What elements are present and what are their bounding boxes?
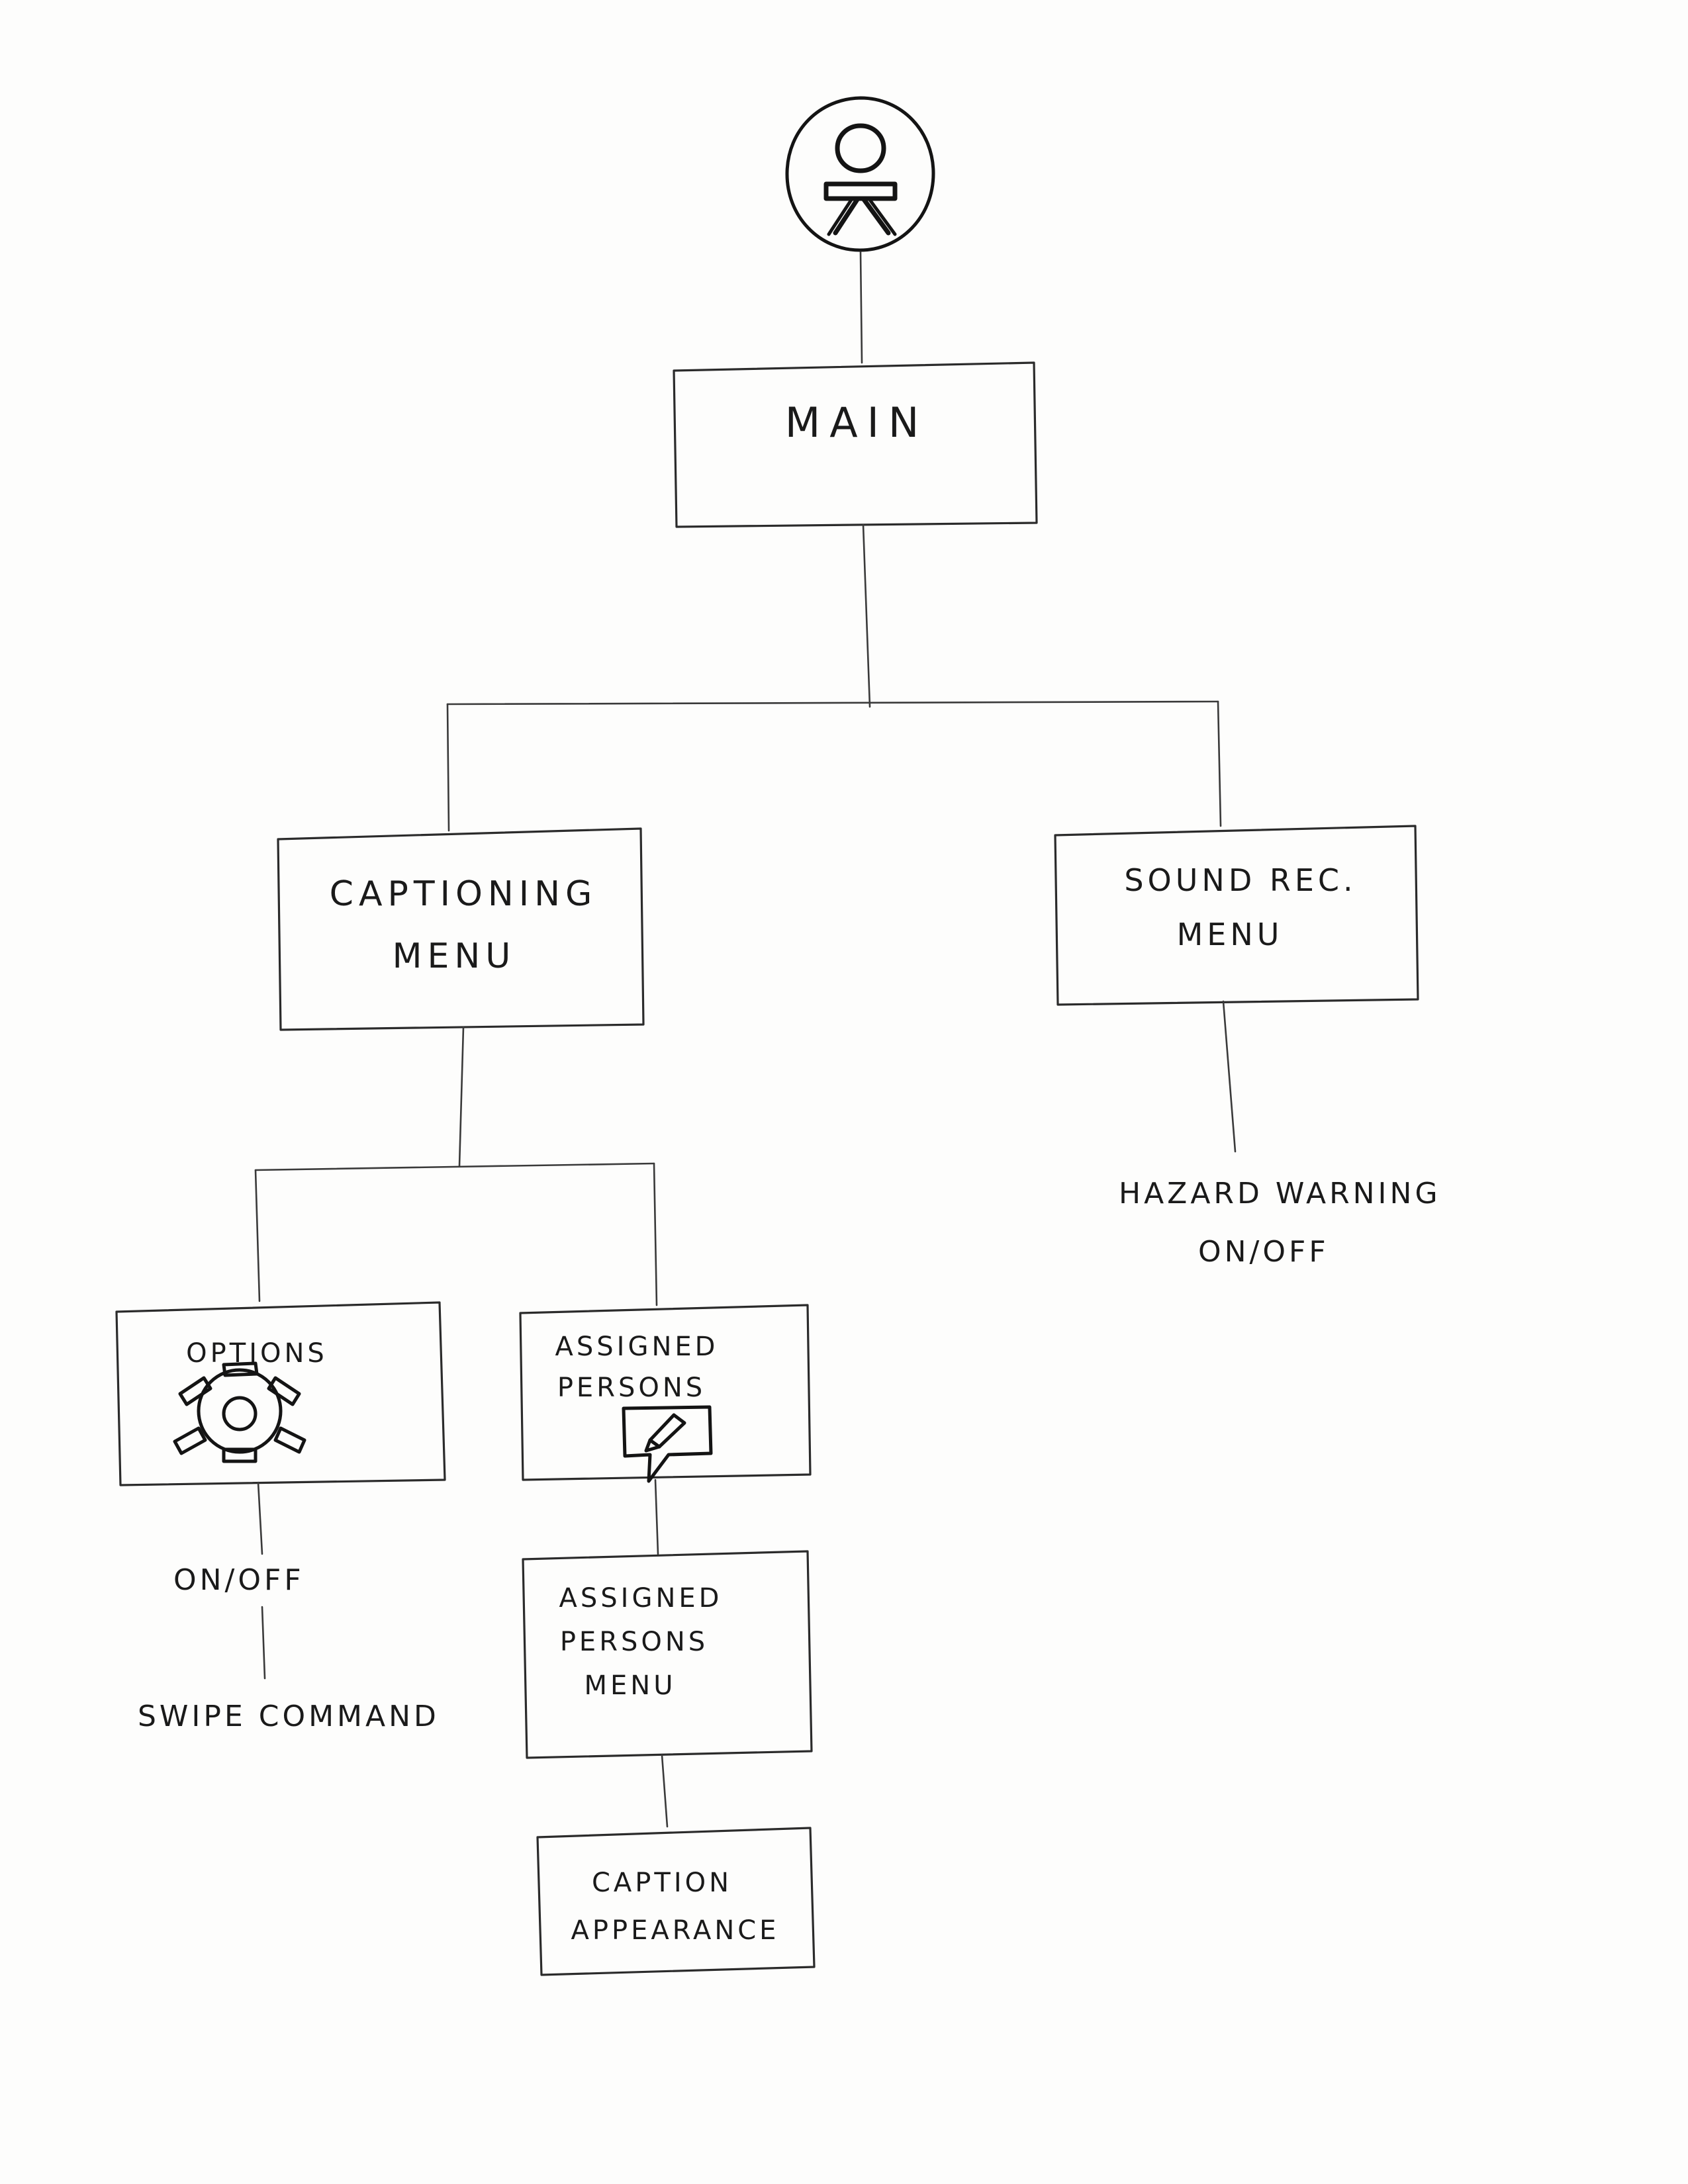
node-assigned-persons-line1: ASSIGNED (555, 1332, 719, 1362)
connector-main-to-bus (862, 523, 871, 708)
leaf-hazard-warning-line2: ON/OFF (1198, 1235, 1329, 1269)
leaf-hazard-warning: HAZARD WARNING ON/OFF (1119, 1177, 1441, 1269)
connector-icon-to-main (859, 251, 863, 364)
node-captioning-menu-line2: MENU (393, 936, 516, 976)
node-assigned-persons-menu-line2: PERSONS (560, 1627, 708, 1657)
leaf-options-on-off: ON/OFF (173, 1563, 305, 1597)
connector-menu-to-caption-appearance (661, 1754, 669, 1828)
paper-sheet: MAIN CAPTIONING MENU SOUND REC. MENU HAZ… (0, 0, 1688, 2184)
connector-captioning-to-bus (458, 1026, 465, 1167)
node-assigned-persons-menu-line1: ASSIGNED (559, 1583, 723, 1614)
caption-edit-bubble-icon (622, 1405, 713, 1483)
node-assigned-persons-menu[interactable]: ASSIGNED PERSONS MENU (522, 1550, 813, 1759)
node-captioning-menu-line1: CAPTIONING (330, 874, 598, 914)
branch-bus-level2 (254, 1162, 655, 1171)
diagram-canvas: MAIN CAPTIONING MENU SOUND REC. MENU HAZ… (115, 96, 1441, 1976)
node-assigned-persons[interactable]: ASSIGNED PERSONS (519, 1304, 812, 1483)
connector-onoff-to-swipe (261, 1606, 266, 1680)
connector-bus-to-captioning (446, 703, 450, 832)
node-sound-rec-menu-line1: SOUND REC. (1124, 862, 1356, 898)
node-main-label: MAIN (785, 398, 929, 447)
node-assigned-persons-line2: PERSONS (557, 1373, 706, 1403)
node-options[interactable]: OPTIONS (115, 1301, 446, 1486)
node-caption-appearance-line1: CAPTION (592, 1868, 732, 1898)
node-main[interactable]: MAIN (673, 361, 1038, 528)
connector-soundrec-to-hazard (1222, 1000, 1237, 1153)
branch-bus-level1 (446, 700, 1219, 705)
connector-bus-to-options (254, 1169, 261, 1302)
node-caption-appearance[interactable]: CAPTION APPEARANCE (536, 1827, 816, 1976)
leaf-hazard-warning-line1: HAZARD WARNING (1119, 1177, 1441, 1210)
node-sound-rec-menu-line2: MENU (1177, 917, 1284, 952)
node-assigned-persons-menu-line3: MENU (585, 1670, 677, 1701)
accessibility-person-icon (785, 96, 935, 252)
connector-assigned-persons-to-menu (654, 1479, 659, 1555)
node-sound-rec-menu[interactable]: SOUND REC. MENU (1054, 825, 1419, 1006)
gear-icon (173, 1361, 306, 1463)
connector-options-to-onoff (257, 1481, 263, 1555)
connector-bus-to-soundrec (1217, 700, 1222, 827)
node-captioning-menu[interactable]: CAPTIONING MENU (277, 827, 645, 1031)
node-caption-appearance-line2: APPEARANCE (571, 1915, 780, 1946)
leaf-swipe-command: SWIPE COMMAND (138, 1700, 440, 1733)
connector-bus-to-assigned-persons (653, 1162, 658, 1306)
